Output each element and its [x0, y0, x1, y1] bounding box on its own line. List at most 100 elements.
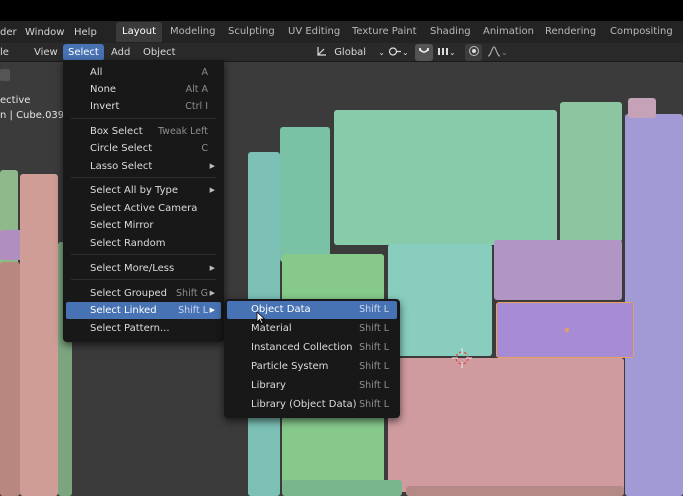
menu-item-shortcut: Ctrl I — [185, 101, 208, 112]
menu-item-all[interactable]: All A — [66, 64, 221, 81]
submenu-item-label: Particle System — [251, 361, 329, 372]
proportional-edit-toggle[interactable] — [465, 44, 482, 61]
submenu-item-label: Material — [251, 323, 292, 334]
menu-item-select-linked[interactable]: Select Linked Shift L ▶ — [66, 302, 221, 319]
object-brown-bottom[interactable] — [406, 486, 624, 496]
menu-item-select-all-by-type[interactable]: Select All by Type ▶ — [66, 182, 221, 199]
viewport-collection-text: n | Cube.039 — [0, 110, 65, 121]
object-teal-block[interactable] — [388, 244, 492, 356]
menu-item-label: Select Active Camera — [90, 203, 198, 214]
menu-separator — [71, 118, 216, 119]
menu-view[interactable]: View — [29, 44, 63, 61]
menu-item-circle-select[interactable]: Circle Select C — [66, 140, 221, 157]
menu-window[interactable]: Window — [25, 25, 64, 40]
menu-item-box-select[interactable]: Box Select Tweak Left — [66, 123, 221, 140]
submenu-item-library[interactable]: Library Shift L — [227, 377, 397, 395]
menu-item-select-random[interactable]: Select Random — [66, 235, 221, 252]
snap-element-dropdown[interactable]: ⌄ — [432, 44, 461, 61]
object-pink-cap[interactable] — [628, 98, 656, 118]
object-pink-large[interactable] — [388, 358, 624, 492]
menu-item-label: Select All by Type — [90, 185, 179, 196]
proportional-falloff-dropdown[interactable]: ⌄ — [482, 44, 513, 61]
menu-item-shortcut: A — [201, 67, 209, 78]
menu-item-label: Select Pattern... — [90, 323, 170, 334]
menu-item-label: Select Linked — [90, 305, 157, 316]
object-green-bottom[interactable] — [282, 480, 402, 496]
menu-item-shortcut: Alt A — [185, 84, 208, 95]
tab-layout[interactable]: Layout — [116, 22, 162, 42]
menu-item-select-pattern[interactable]: Select Pattern... — [66, 320, 221, 337]
submenu-item-shortcut: Shift L — [359, 399, 389, 410]
object-green-top-right[interactable] — [560, 102, 622, 242]
submenu-item-shortcut: Shift L — [359, 361, 389, 372]
submenu-item-instanced-collection[interactable]: Instanced Collection Shift L — [227, 339, 397, 357]
tab-animation[interactable]: Animation — [477, 22, 540, 42]
submenu-item-shortcut: Shift L — [359, 323, 389, 334]
menu-item-select-active-camera[interactable]: Select Active Camera — [66, 200, 221, 217]
mode-dropdown[interactable]: le — [0, 44, 14, 61]
top-black-strip — [0, 0, 683, 21]
object-large-green-top[interactable] — [334, 110, 557, 245]
falloff-icon — [487, 46, 501, 57]
menu-item-shortcut: Shift G — [176, 288, 208, 299]
tab-modeling[interactable]: Modeling — [164, 22, 222, 42]
select-box-icon[interactable] — [0, 69, 10, 81]
chevron-down-icon: ⌄ — [449, 48, 456, 57]
menu-item-shortcut: Shift L — [178, 305, 208, 316]
menu-add[interactable]: Add — [106, 44, 135, 61]
tab-rendering[interactable]: Rendering — [539, 22, 602, 42]
snap-toggle[interactable] — [415, 44, 433, 61]
menu-help[interactable]: Help — [74, 25, 97, 40]
submenu-arrow-icon: ▶ — [209, 162, 215, 170]
menu-item-label: Select Grouped — [90, 288, 167, 299]
menu-item-shortcut: C — [201, 143, 208, 154]
proportional-edit-icon — [468, 46, 479, 56]
submenu-item-object-data[interactable]: Object Data Shift L — [227, 301, 397, 319]
chevron-down-icon: ⌄ — [501, 48, 508, 57]
menu-item-label: Select Mirror — [90, 220, 154, 231]
viewport-mode-text: ective — [0, 95, 31, 106]
menu-select[interactable]: Select — [63, 44, 104, 61]
menu-object[interactable]: Object — [138, 44, 181, 61]
object-brown-left[interactable] — [0, 262, 20, 496]
menu-item-none[interactable]: None Alt A — [66, 81, 221, 98]
menu-item-label: Select More/Less — [90, 263, 175, 274]
menu-item-select-grouped[interactable]: Select Grouped Shift G ▶ — [66, 285, 221, 302]
object-origin-dot — [565, 328, 569, 332]
pivot-icon — [388, 47, 401, 56]
tab-sculpting[interactable]: Sculpting — [222, 22, 281, 42]
submenu-item-shortcut: Shift L — [359, 304, 389, 315]
object-teal-upper[interactable] — [280, 127, 330, 262]
menu-item-invert[interactable]: Invert Ctrl I — [66, 98, 221, 115]
submenu-arrow-icon: ▶ — [209, 186, 215, 194]
submenu-item-particle-system[interactable]: Particle System Shift L — [227, 358, 397, 376]
submenu-item-library-object-data[interactable]: Library (Object Data) Shift L — [227, 396, 397, 414]
menu-item-label: Circle Select — [90, 143, 153, 154]
submenu-item-material[interactable]: Material Shift L — [227, 320, 397, 338]
menu-item-label: None — [90, 84, 117, 95]
tab-uv-editing[interactable]: UV Editing — [282, 22, 346, 42]
menu-item-select-mirror[interactable]: Select Mirror — [66, 217, 221, 234]
tab-compositing[interactable]: Compositing — [604, 22, 679, 42]
submenu-item-label: Library (Object Data) — [251, 399, 357, 410]
tab-shading[interactable]: Shading — [424, 22, 477, 42]
tab-texture-paint[interactable]: Texture Paint — [346, 22, 423, 42]
pivot-point-dropdown[interactable]: ⌄ — [383, 44, 414, 61]
menu-render[interactable]: der — [0, 25, 17, 40]
menu-item-lasso-select[interactable]: Lasso Select ▶ — [66, 158, 221, 175]
transform-orientation-dropdown[interactable]: Global ⌄ — [311, 44, 390, 61]
menu-item-shortcut: Tweak Left — [157, 126, 208, 137]
menu-item-label: All — [90, 67, 103, 78]
submenu-arrow-icon: ▶ — [209, 306, 215, 314]
menu-separator — [71, 279, 216, 280]
submenu-item-label: Library — [251, 380, 286, 391]
snap-icon — [419, 47, 429, 53]
submenu-item-shortcut: Shift L — [359, 342, 389, 353]
3d-cursor-icon — [452, 348, 472, 368]
menu-item-select-more-less[interactable]: Select More/Less ▶ — [66, 260, 221, 277]
menu-item-label: Box Select — [90, 126, 143, 137]
submenu-item-label: Instanced Collection — [251, 342, 353, 353]
object-pink-plank[interactable] — [20, 174, 58, 496]
submenu-item-shortcut: Shift L — [359, 380, 389, 391]
object-purple-upper[interactable] — [494, 240, 622, 300]
